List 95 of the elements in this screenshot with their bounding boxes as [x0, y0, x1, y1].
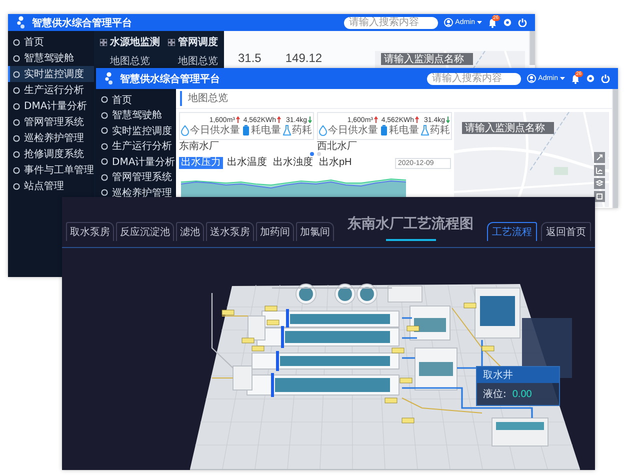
sidebar-item[interactable]: 管网管理系统 [8, 114, 94, 130]
stat-label: 药耗 [430, 125, 450, 136]
circle-icon [101, 142, 108, 150]
sidebar-item[interactable]: 智慧驾驶舱 [8, 50, 94, 66]
circle-icon [13, 134, 20, 142]
logo-icon [16, 16, 26, 29]
sidebar-item[interactable]: 首页 [96, 92, 176, 108]
logo-icon [104, 72, 114, 85]
menu-heading: 水源地监测 [110, 36, 160, 49]
map-search-field[interactable]: 请输入监测点名称 [462, 122, 554, 134]
circle-icon [13, 118, 20, 126]
plant-name: 东南水厂 [179, 141, 220, 152]
circle-icon [13, 54, 20, 62]
circle-icon [101, 127, 108, 134]
scrollbar[interactable] [529, 31, 535, 65]
map-search-field[interactable]: 请输入监测点名称 [381, 53, 473, 65]
flask-icon [421, 125, 429, 136]
sidebar-item[interactable]: 实时监控调度 [8, 66, 94, 82]
circle-icon [101, 174, 108, 181]
circle-icon [13, 38, 20, 46]
process-tab[interactable]: 滤池 [176, 222, 204, 241]
carousel-dot[interactable] [310, 152, 314, 156]
circle-icon [13, 70, 20, 78]
circle-icon [101, 96, 108, 104]
power-icon[interactable] [601, 74, 610, 83]
sidebar-item[interactable]: 抢修调度系统 [8, 146, 94, 162]
sidebar-item[interactable]: 实时监控调度 [96, 123, 176, 138]
settings-icon[interactable] [586, 74, 595, 83]
circle-icon [13, 86, 20, 94]
user-icon [527, 74, 536, 83]
caret-icon [560, 77, 565, 80]
circle-icon [101, 112, 108, 119]
drop-icon [319, 125, 327, 136]
sidebar-item[interactable]: 生产运行分析 [96, 138, 176, 154]
plant-name: 西北水厂 [317, 141, 358, 152]
reading-value: 149.12 [285, 51, 322, 65]
process-tab[interactable]: 加药间 [256, 222, 294, 241]
reading-value: 31.5 [238, 51, 262, 65]
process-tab[interactable]: 反应沉淀池 [116, 222, 174, 241]
sidebar-item[interactable]: 巡检养护管理 [8, 130, 94, 146]
chart-tab[interactable]: 出水压力 [179, 157, 223, 169]
carousel-dot[interactable] [316, 152, 320, 156]
grid-icon [168, 38, 175, 46]
sidebar-item[interactable]: 生产运行分析 [8, 82, 94, 98]
circle-icon [101, 189, 108, 196]
stat-label: 耗电量 [389, 125, 419, 136]
grid-icon [100, 38, 107, 46]
process-tab[interactable]: 送水泵房 [206, 222, 254, 241]
user-icon [444, 18, 454, 27]
chart-tab[interactable]: 出水温度 [225, 157, 269, 169]
level-value: 0.00 [512, 389, 532, 400]
battery-icon [380, 125, 388, 136]
process-tab[interactable]: 取水泵房 [66, 222, 114, 241]
nav-tab[interactable]: 工艺流程 [487, 222, 537, 241]
process-tab[interactable]: 加氯间 [296, 222, 334, 241]
sidebar-item[interactable]: DMA计量分析 [8, 98, 94, 114]
stat-label: 耗电量 [251, 125, 281, 136]
chart-icon [595, 166, 604, 175]
app-title: 智慧供水综合管理平台 [32, 16, 132, 30]
circle-icon [101, 158, 108, 166]
sidebar-item[interactable]: 站点管理 [8, 178, 94, 194]
circle-icon [13, 182, 20, 190]
field-label: 液位: [483, 388, 506, 401]
app-title: 智慧供水综合管理平台 [120, 72, 220, 86]
scrollbar[interactable] [612, 89, 618, 208]
caret-icon [477, 21, 482, 24]
submenu-link[interactable]: 地图总览 [100, 54, 160, 68]
submenu-link[interactable]: 地图总览 [168, 54, 218, 68]
stat-label: 今日供水量 [190, 125, 240, 136]
flask-icon [283, 125, 291, 136]
settings-icon[interactable] [503, 18, 512, 27]
drop-icon [181, 125, 189, 136]
frame-icon [595, 192, 604, 201]
stat-label: 药耗 [292, 125, 312, 136]
sidebar-item[interactable]: DMA计量分析 [96, 154, 176, 170]
power-icon[interactable] [518, 18, 527, 27]
chart-tab[interactable]: 出水浊度 [271, 157, 315, 169]
page-title: 东南水厂工艺流程图 [348, 215, 474, 233]
sidebar-item[interactable]: 智慧驾驶舱 [96, 108, 176, 123]
battery-icon [242, 125, 250, 136]
sidebar-item[interactable]: 事件与工单管理 [8, 162, 94, 178]
sidebar-item[interactable]: 管网管理系统 [96, 170, 176, 185]
map-control-button[interactable] [594, 191, 605, 202]
sidebar-item[interactable]: 首页 [8, 34, 94, 50]
menu-heading: 管网调度 [178, 35, 218, 49]
sidebar-item[interactable]: 巡检养护管理 [96, 185, 176, 200]
layers-icon [595, 179, 604, 188]
chart-tab[interactable]: 出水pH [317, 157, 354, 169]
nav-tab[interactable]: 返回首页 [541, 222, 591, 241]
circle-icon [13, 102, 20, 110]
expand-icon [595, 153, 604, 162]
circle-icon [13, 150, 20, 158]
popup-title: 取水井 [477, 367, 559, 383]
stat-label: 今日供水量 [328, 125, 378, 136]
circle-icon [13, 166, 20, 174]
